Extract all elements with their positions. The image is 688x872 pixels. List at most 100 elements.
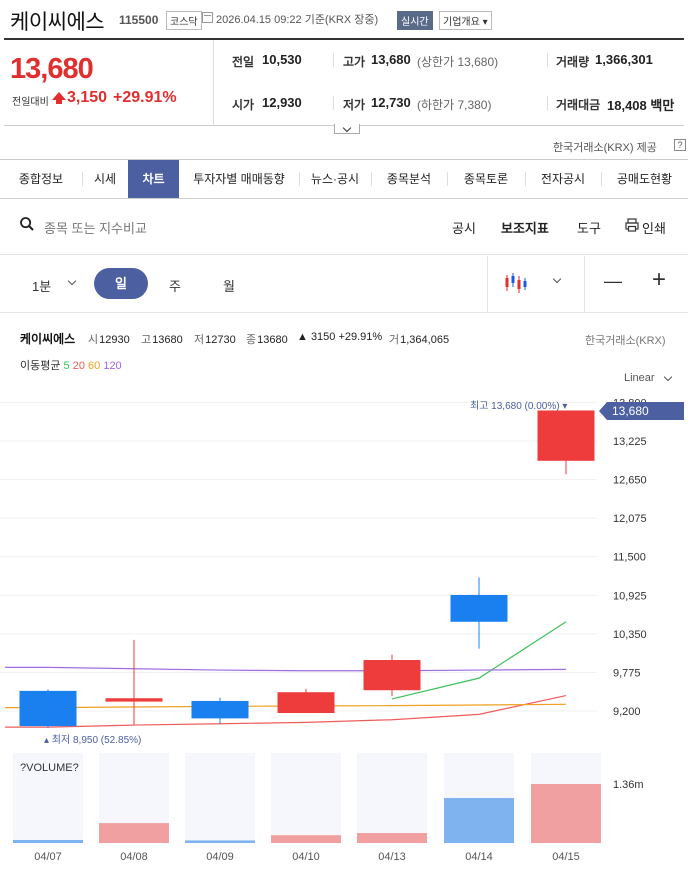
x-tick-label: 04/10 <box>292 851 320 863</box>
candle-body[interactable] <box>537 410 595 461</box>
y-tick-label: 13,225 <box>613 436 647 448</box>
stock-code: 115500 <box>119 13 159 27</box>
volume-label: 거래량 <box>556 55 590 69</box>
tab-chart[interactable]: 차트 <box>128 160 179 198</box>
market-badge: 코스닥 <box>166 11 202 30</box>
open-value: 12,930 <box>262 95 302 110</box>
indicator-button[interactable]: 보조지표 <box>501 218 549 237</box>
close-key: 종 <box>246 334 257 346</box>
candle-body[interactable] <box>105 698 163 702</box>
calendar-icon <box>202 12 213 23</box>
period-day-button[interactable]: 일 <box>94 268 148 299</box>
volume-bar[interactable] <box>357 833 427 843</box>
x-tick-label: 04/15 <box>552 851 580 863</box>
open-label: 시가 <box>232 98 255 112</box>
realtime-badge[interactable]: 실시간 <box>397 11 433 30</box>
chart-volume: 거1,364,065 <box>389 334 450 346</box>
lower-limit: (하한가 7,380) <box>417 98 492 112</box>
open-key: 시 <box>88 334 99 346</box>
tab-discussion[interactable]: 종목토론 <box>447 160 525 198</box>
price-change-percent: +29.91% <box>113 89 177 106</box>
chevron-down-icon[interactable] <box>552 274 562 284</box>
candle-body[interactable] <box>191 700 249 719</box>
toolbar-divider <box>0 254 688 255</box>
y-tick-label: 9,775 <box>613 667 641 679</box>
volume-bar[interactable] <box>99 823 169 843</box>
ma-120-line <box>5 666 567 672</box>
print-icon[interactable] <box>625 218 639 232</box>
low-label: 저가 <box>343 98 366 112</box>
print-button[interactable]: 인쇄 <box>642 218 666 237</box>
quote-datetime: 2026.04.15 09:22 기준(KRX 장중) <box>216 14 379 26</box>
volume-bar[interactable] <box>531 784 601 843</box>
company-overview-button[interactable]: 기업개요 ▾ <box>439 11 492 30</box>
up-arrow-icon <box>52 92 66 104</box>
divider <box>333 96 334 110</box>
chart-high: 고13680 <box>141 334 183 346</box>
help-icon[interactable]: ? <box>674 139 686 151</box>
max-price-label: 최고 13,680 (0.00%) ▾ <box>470 400 567 412</box>
prev-close-label: 전일 <box>232 55 255 69</box>
current-price: 13,680 <box>10 53 94 85</box>
zoom-in-button[interactable]: + <box>652 266 666 294</box>
volume-bar[interactable] <box>444 798 514 843</box>
low-value: 12,730 <box>371 95 411 110</box>
y-tick-label: 12,650 <box>613 475 647 487</box>
candle-body[interactable] <box>277 692 335 714</box>
search-icon[interactable] <box>20 217 34 231</box>
chevron-down-icon[interactable] <box>67 276 77 286</box>
divider <box>487 256 488 312</box>
y-tick-label: 10,350 <box>613 629 647 641</box>
tab-summary[interactable]: 종합정보 <box>0 160 82 198</box>
tab-disclosure[interactable]: 전자공시 <box>525 160 601 198</box>
high-label: 고가 <box>343 55 366 69</box>
chevron-down-icon[interactable] <box>663 372 673 382</box>
chart-stock-name: 케이씨에스 <box>20 332 76 346</box>
candlestick-type-icon[interactable] <box>505 272 529 294</box>
volume-bar[interactable] <box>271 835 341 843</box>
ma-120-legend[interactable]: 120 <box>100 360 121 372</box>
tab-short-selling[interactable]: 공매도현황 <box>601 160 688 198</box>
candle-body[interactable] <box>19 690 77 727</box>
chart-change: ▲ 3150 +29.91% <box>297 331 383 343</box>
low-key: 저 <box>194 334 205 346</box>
volume-column-bg <box>271 753 341 843</box>
data-source-note: 한국거래소(KRX) 제공 <box>553 142 657 154</box>
y-tick-label: 9,200 <box>613 706 641 718</box>
exchange-label: 한국거래소(KRX) <box>585 335 666 347</box>
volume-tick-label: 1.36m <box>613 779 644 791</box>
ma-60-legend[interactable]: 60 <box>85 360 100 372</box>
last-price-label: 13,680 <box>612 404 649 418</box>
candle-body[interactable] <box>363 660 421 691</box>
period-minute-select[interactable]: 1분 <box>32 276 51 295</box>
volume-column-bg <box>357 753 427 843</box>
period-month-button[interactable]: 월 <box>223 276 235 295</box>
high-value: 13,680 <box>371 52 411 67</box>
period-week-button[interactable]: 주 <box>169 276 181 295</box>
tab-investor-trading[interactable]: 투자자별 매매동향 <box>179 160 299 198</box>
tab-news[interactable]: 뉴스·공시 <box>299 160 371 198</box>
volume-bar[interactable] <box>13 839 83 843</box>
ma-20-legend[interactable]: 20 <box>70 360 85 372</box>
volume-bar[interactable] <box>185 840 255 843</box>
scale-select[interactable]: Linear <box>624 372 655 384</box>
candle-body[interactable] <box>450 594 508 622</box>
period-divider <box>0 312 688 313</box>
notice-button[interactable]: 공시 <box>452 218 476 237</box>
chart-low: 저12730 <box>194 334 236 346</box>
x-tick-label: 04/07 <box>34 851 62 863</box>
compare-search-input[interactable]: 종목 또는 지수비교 <box>44 218 147 237</box>
price-chart[interactable]: 9,200 9,775 10,350 10,925 11,500 12,075 12,650… <box>0 388 688 872</box>
tools-button[interactable]: 도구 <box>577 218 601 237</box>
expand-quote-button[interactable] <box>334 124 360 134</box>
moving-average-legend[interactable]: 이동평균 5 20 60 120 <box>20 357 122 373</box>
y-tick-label: 11,500 <box>613 552 646 564</box>
tab-analysis[interactable]: 종목분석 <box>371 160 447 198</box>
amount-label: 거래대금 <box>556 98 601 112</box>
volume-column-bg <box>185 753 255 843</box>
chart-open: 시12930 <box>88 334 130 346</box>
tab-quote[interactable]: 시세 <box>82 160 128 198</box>
amount-value: 18,408 백만 <box>607 98 675 113</box>
zoom-out-button[interactable]: — <box>604 271 622 292</box>
y-tick-label: 12,075 <box>613 513 647 525</box>
